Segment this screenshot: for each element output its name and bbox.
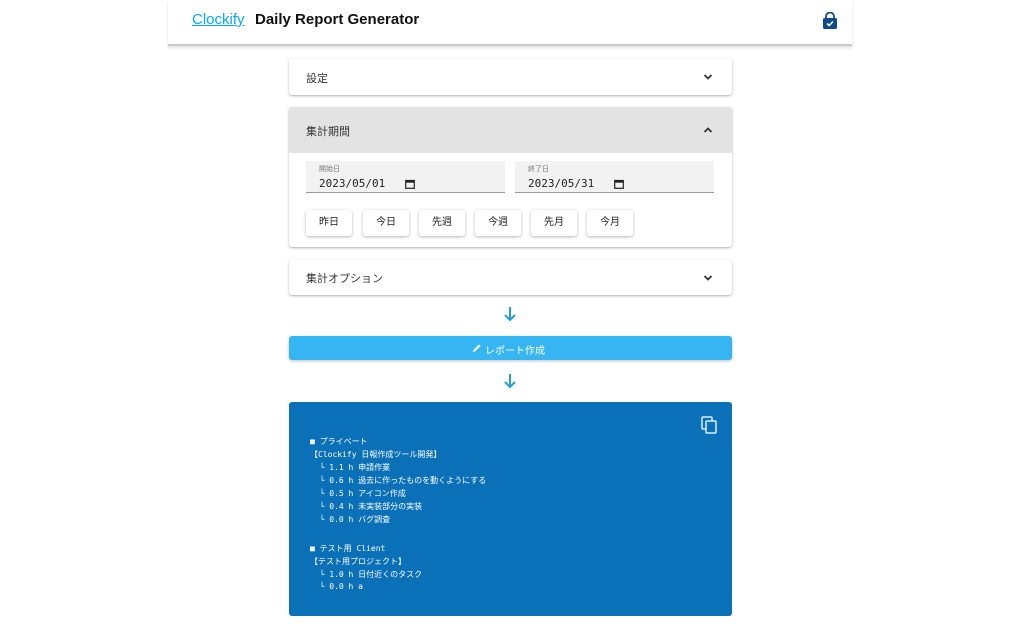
report-output[interactable]: ■ プライベート 【Clockify 日報作成ツール開発】 └ 1.1 h 申請…	[289, 402, 732, 616]
arrow-down-icon	[504, 307, 516, 322]
end-date-label: 終了日	[528, 165, 549, 173]
report-line: 【テスト用プロジェクト】	[310, 557, 406, 566]
report-line: └ 0.4 h 未実装部分の実装	[310, 502, 423, 511]
options-panel-header[interactable]: 集計オプション	[289, 260, 732, 296]
report-line: ■ プライベート	[310, 437, 368, 446]
report-line: └ 1.1 h 申請作業	[310, 463, 391, 472]
end-date-value[interactable]: 2023/05/31	[528, 177, 594, 190]
arrow-down-icon	[504, 374, 516, 389]
quick-today-button[interactable]: 今日	[363, 210, 409, 236]
pencil-icon	[473, 344, 481, 352]
options-panel: 集計オプション	[289, 260, 732, 295]
start-date-value[interactable]: 2023/05/01	[319, 177, 385, 190]
copy-icon[interactable]	[701, 416, 717, 434]
app-title: Daily Report Generator	[255, 11, 420, 28]
report-line: ■ テスト用 Client	[310, 544, 386, 553]
quick-last-week-button[interactable]: 先週	[419, 210, 465, 236]
options-panel-label: 集計オプション	[306, 272, 383, 285]
report-line: └ 1.0 h 日付近くのタスク	[310, 570, 423, 579]
report-line: 【Clockify 日報作成ツール開発】	[310, 450, 442, 459]
settings-panel-label: 設定	[306, 72, 328, 85]
chevron-down-icon	[703, 275, 713, 281]
report-line: └ 0.6 h 過去に作ったものを動くようにする	[310, 476, 487, 485]
start-date-label: 開始日	[319, 165, 340, 173]
calendar-icon[interactable]	[405, 179, 415, 189]
chevron-down-icon	[703, 74, 713, 80]
report-line: └ 0.0 h a	[310, 582, 363, 591]
settings-panel-header[interactable]: 設定	[289, 59, 732, 95]
generate-report-button[interactable]: レポート作成	[289, 336, 732, 360]
brand-link[interactable]: Clockify	[192, 11, 245, 28]
report-line: └ 0.5 h アイコン作成	[310, 489, 406, 498]
period-panel: 集計期間 開始日 2023/05/01 終了日 2023/05/31 昨日 今日…	[289, 107, 732, 247]
quick-yesterday-button[interactable]: 昨日	[306, 210, 352, 236]
settings-panel: 設定	[289, 59, 732, 95]
start-date-field[interactable]: 開始日 2023/05/01	[306, 161, 505, 193]
end-date-field[interactable]: 終了日 2023/05/31	[515, 161, 714, 193]
quick-this-month-button[interactable]: 今月	[587, 210, 633, 236]
quick-last-month-button[interactable]: 先月	[531, 210, 577, 236]
shopping-bag-icon[interactable]	[822, 12, 838, 30]
calendar-icon[interactable]	[614, 179, 624, 189]
app-bar: Clockify Daily Report Generator	[168, 0, 852, 46]
period-panel-header[interactable]: 集計期間	[289, 107, 732, 153]
period-panel-label: 集計期間	[306, 125, 350, 138]
chevron-up-icon	[703, 127, 713, 133]
report-line: └ 0.0 h バグ調査	[310, 515, 391, 524]
quick-this-week-button[interactable]: 今週	[475, 210, 521, 236]
generate-report-label: レポート作成	[485, 346, 545, 357]
